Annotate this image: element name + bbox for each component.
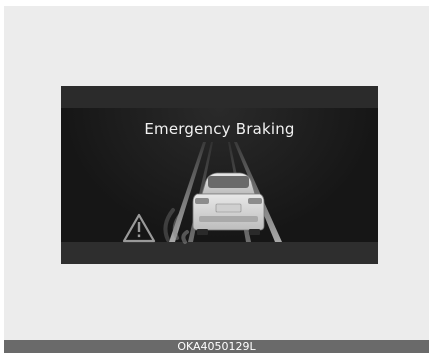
warning-triangle-icon	[122, 213, 156, 243]
cluster-display: Emergency Braking	[61, 86, 378, 264]
figure-code-caption: OKA4050129L	[4, 340, 429, 353]
sensor-waves-lower	[181, 230, 189, 244]
braking-scene	[122, 142, 282, 244]
